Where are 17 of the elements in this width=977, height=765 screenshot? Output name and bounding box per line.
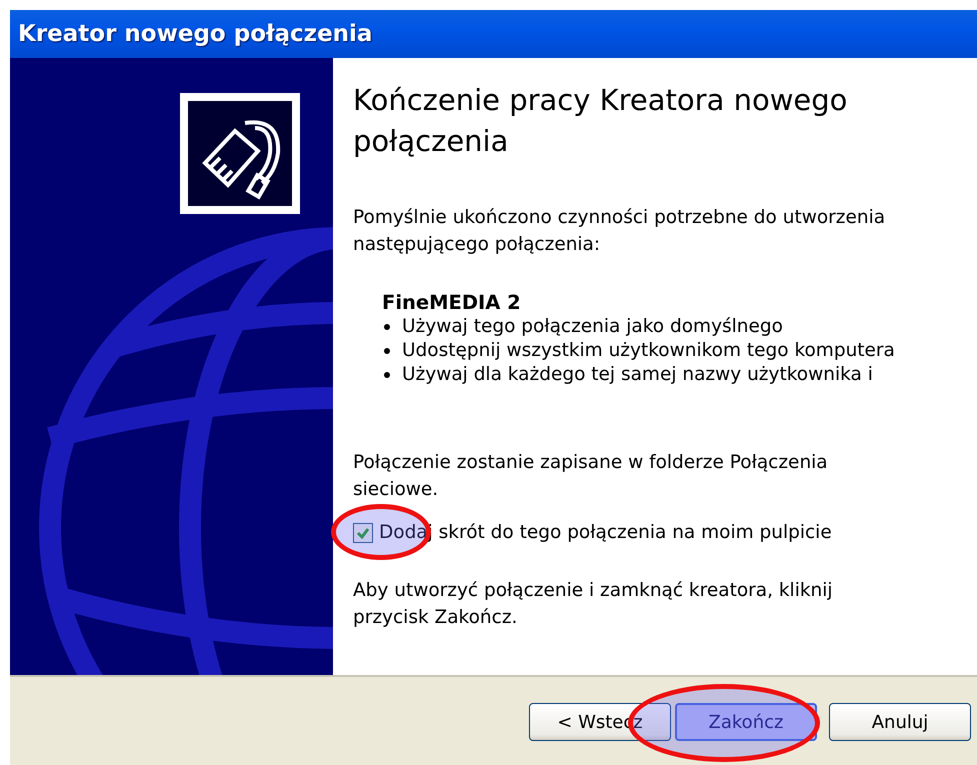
intro-text: Pomyślnie ukończono czynności potrzebne do utworzenia następującego połączenia: [353, 206, 886, 257]
page-heading: Kończenie pracy Kreatora nowego połączenia [353, 82, 848, 160]
bullet-icon [384, 324, 390, 330]
wizard-button[interactable]: Zakończ [675, 703, 817, 741]
note-text: Połączenie zostanie zapisane w folderze Połączenia sieciowe. [353, 451, 829, 502]
window-title: Kreator nowego połączenia [18, 21, 372, 47]
setting-text: Używaj dla każdego tej samej nazwy użytkownika i [402, 363, 873, 387]
wizard-button[interactable]: Anuluj [829, 703, 971, 741]
check-icon [356, 526, 370, 540]
checkbox[interactable] [353, 522, 373, 542]
instruction-text: Aby utworzyć połączenie i zamknąć kreatora, kliknij przycisk Zakończ. [353, 579, 834, 630]
connection-name: FineMEDIA 2 [382, 291, 522, 315]
setting-text: Używaj tego połączenia jako domyślnego [402, 315, 783, 339]
bullet-icon [384, 348, 390, 354]
bullet-icon [384, 372, 390, 378]
network-plug-icon [180, 93, 300, 214]
setting-text: Udostępnij wszystkim użytkownikom tego komputera [402, 339, 895, 363]
